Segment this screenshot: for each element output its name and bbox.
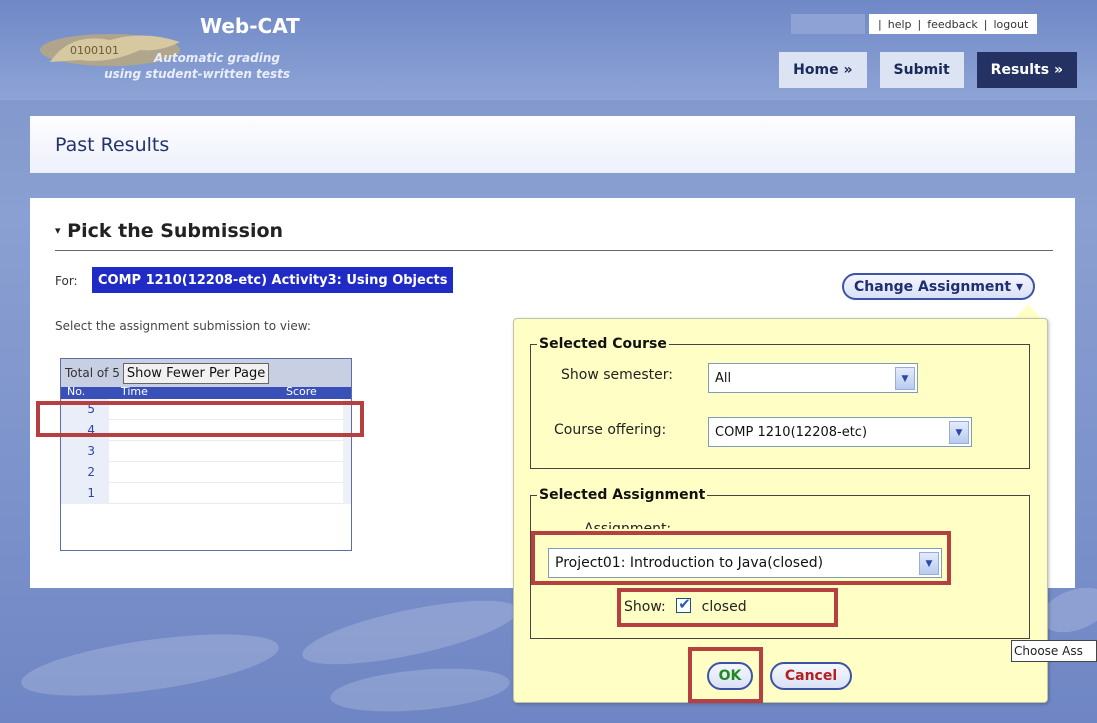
section-divider [55,250,1053,251]
table-row[interactable]: 2 [61,462,351,483]
top-links-list: | help | feedback | logout [869,14,1038,34]
show-fewer-button[interactable]: Show Fewer Per Page [122,362,270,384]
total-count: Total of 5 [65,366,120,380]
background-swoosh [328,662,512,718]
table-toolbar: Total of 5 Show Fewer Per Page [61,359,351,387]
assignment-legend: Selected Assignment [539,487,706,503]
col-no[interactable]: No. [67,387,85,398]
change-assignment-button[interactable]: Change Assignment ▾ [842,273,1035,300]
offering-select[interactable]: COMP 1210(12208-etc) ▼ [708,417,972,447]
user-name-area [791,14,865,34]
section-title-text: Pick the Submission [67,220,284,242]
popup-arrow [1014,304,1042,319]
section-title[interactable]: ▾ Pick the Submission [55,220,283,242]
nav-home[interactable]: Home » [779,52,867,88]
col-score[interactable]: Score [286,387,317,398]
offering-value: COMP 1210(12208-etc) [715,424,868,440]
background-swoosh [297,587,523,678]
background-swoosh [17,622,283,708]
table-header: No. Time Score [61,387,351,399]
nav-submit[interactable]: Submit [879,52,964,88]
submission-table: Total of 5 Show Fewer Per Page No. Time … [60,358,352,551]
chevron-down-icon[interactable]: ▼ [949,421,969,444]
course-legend: Selected Course [539,336,667,352]
col-time[interactable]: Time [121,387,148,398]
ok-highlight [688,647,763,703]
semester-label: Show semester: [561,367,674,383]
show-highlight [617,588,838,627]
title-panel: Past Results [30,116,1075,173]
header-bar: 0100101 Web-CAT Automatic grading using … [0,0,1097,100]
feedback-link[interactable]: feedback [927,18,978,31]
submission-number[interactable]: 2 [61,462,109,483]
table-row[interactable]: 3 [61,441,351,462]
nav-results[interactable]: Results » [976,52,1077,88]
for-label: For: [55,274,78,288]
logout-link[interactable]: logout [993,18,1028,31]
row-highlight [36,401,364,437]
tagline-line-2: using student-written tests [104,67,290,81]
semester-select[interactable]: All ▼ [708,363,918,393]
collapse-triangle-icon: ▾ [55,224,61,237]
submission-number[interactable]: 1 [61,483,109,504]
assignment-label: Assignment: [584,521,672,529]
semester-value: All [715,370,732,386]
help-link[interactable]: help [888,18,912,31]
change-assignment-popup: Selected Course Show semester: All ▼ Cou… [513,318,1048,703]
cancel-button[interactable]: Cancel [770,662,852,690]
table-row[interactable]: 1 [61,483,351,504]
app-name: Web-CAT [200,14,300,38]
submission-number[interactable]: 3 [61,441,109,462]
chevron-down-icon[interactable]: ▼ [895,367,915,390]
selected-course-group: Selected Course [530,336,1030,469]
top-links: | help | feedback | logout [791,14,1038,34]
select-help-text: Select the assignment submission to view… [55,319,311,333]
offering-label: Course offering: [554,422,667,438]
tagline-line-1: Automatic grading [154,51,280,65]
main-nav: Home » Submit Results » [779,52,1077,88]
tagline: Automatic grading using student-written … [40,50,290,82]
assignment-highlight [531,531,951,585]
selected-assignment-badge: COMP 1210(12208-etc) Activity3: Using Ob… [92,267,454,293]
page-title: Past Results [55,134,170,156]
tooltip: Choose Ass [1011,640,1097,662]
